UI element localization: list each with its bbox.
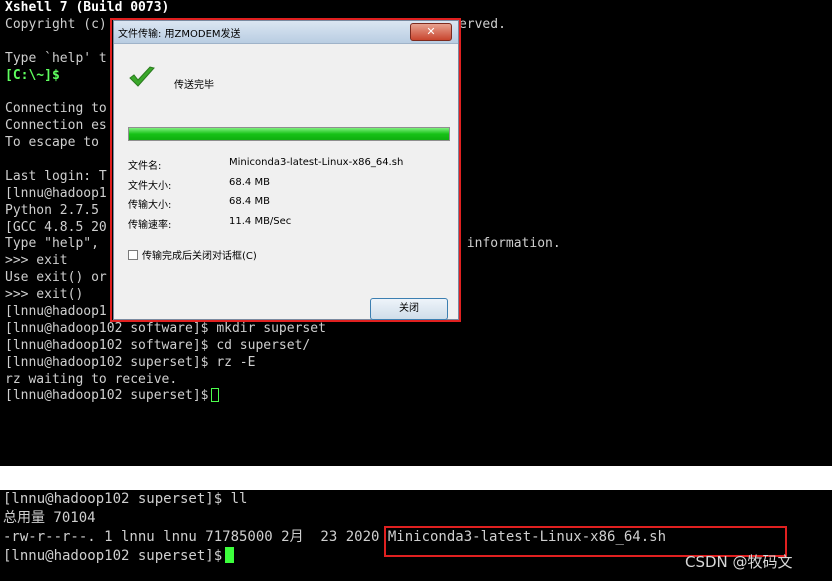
- terminal-line-text: [lnnu@hadoop102 superset]$ ll: [3, 491, 248, 507]
- highlight-box-dialog: [110, 18, 461, 322]
- cursor-icon: [225, 547, 235, 563]
- terminal-line-text: Connection es: [5, 118, 107, 134]
- terminal-line-text: [lnnu@hadoop102 superset]$: [5, 388, 209, 404]
- screenshot-gap: [0, 466, 832, 490]
- terminal-line-text: 总用量 70104: [3, 510, 96, 526]
- cursor-icon: [210, 388, 219, 403]
- terminal-line: [lnnu@hadoop102 software]$ mkdir superse…: [0, 321, 832, 338]
- terminal-line-text: Xshell 7 (Build 0073): [5, 0, 170, 15]
- watermark: CSDN @牧码文: [685, 553, 793, 571]
- terminal-line-text: [GCC 4.8.5 20: [5, 219, 107, 235]
- terminal-line-text: rz waiting to receive.: [5, 371, 178, 387]
- terminal-line-text: [lnnu@hadoop102 superset]$: [3, 548, 223, 564]
- terminal-line-text: [lnnu@hadoop102 software]$ mkdir superse…: [5, 320, 326, 336]
- terminal-line-text: [lnnu@hadoop102 superset]$ rz -E: [5, 354, 256, 370]
- terminal-line-text: Use exit() or: [5, 270, 107, 286]
- terminal-line-text: [lnnu@hadoop102 software]$ cd superset/: [5, 337, 311, 353]
- terminal-line-text: To escape to: [5, 135, 99, 151]
- terminal-line-text: [C:\~]$: [5, 67, 60, 83]
- terminal-line-text: [lnnu@hadoop1: [5, 185, 107, 201]
- terminal-line: [lnnu@hadoop102 software]$ cd superset/: [0, 338, 832, 355]
- terminal-line: rz waiting to receive.: [0, 372, 832, 389]
- terminal-line-text: Connecting to: [5, 101, 107, 117]
- terminal-line: [lnnu@hadoop102 superset]$: [0, 388, 832, 405]
- terminal-line-text: Type `help' t: [5, 50, 107, 66]
- terminal-line-text: Python 2.7.5: [5, 202, 99, 218]
- terminal-line-text: >>> exit: [5, 253, 68, 269]
- terminal-line: [lnnu@hadoop102 superset]$ rz -E: [0, 355, 832, 372]
- terminal-line: [lnnu@hadoop102 superset]$ ll: [0, 490, 832, 509]
- terminal-line: Xshell 7 (Build 0073): [0, 0, 832, 17]
- terminal-line-text: [lnnu@hadoop1: [5, 304, 107, 320]
- terminal-line-text: >>> exit(): [5, 287, 84, 303]
